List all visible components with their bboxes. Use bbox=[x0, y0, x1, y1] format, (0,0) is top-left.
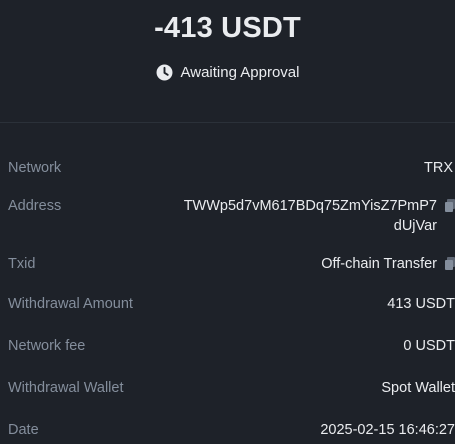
copy-icon[interactable] bbox=[445, 257, 455, 270]
detail-row-withdrawal-amount: Withdrawal Amount 413 USDT bbox=[0, 294, 455, 318]
network-fee-label: Network fee bbox=[8, 338, 86, 354]
detail-row-txid: Txid Off-chain Transfer bbox=[0, 254, 455, 278]
clock-icon bbox=[156, 64, 172, 81]
date-label: Date bbox=[8, 422, 39, 438]
address-label: Address bbox=[8, 198, 62, 214]
withdrawal-wallet-label: Withdrawal Wallet bbox=[8, 380, 124, 396]
detail-row-network-fee: Network fee 0 USDT bbox=[0, 336, 455, 360]
withdrawal-amount-value: 413 USDT bbox=[387, 296, 455, 312]
detail-row-address: Address TWWp5d7vM617BDq75ZmYisZ7PmP7 dUj… bbox=[0, 196, 455, 240]
detail-row-date: Date 2025-02-15 16:46:27 bbox=[0, 420, 455, 444]
txid-label: Txid bbox=[8, 256, 36, 272]
address-value-line1: TWWp5d7vM617BDq75ZmYisZ7PmP7 bbox=[183, 198, 437, 214]
section-divider bbox=[0, 122, 455, 123]
copy-icon[interactable] bbox=[445, 199, 455, 212]
date-value: 2025-02-15 16:46:27 bbox=[320, 422, 455, 438]
address-value: TWWp5d7vM617BDq75ZmYisZ7PmP7 dUjVar bbox=[184, 196, 437, 236]
detail-row-network: Network TRX bbox=[0, 158, 455, 182]
address-value-line2: dUjVar bbox=[393, 218, 437, 234]
withdrawal-header: -413 USDT Awaiting Approval bbox=[0, 0, 455, 122]
network-value: TRX bbox=[424, 160, 453, 176]
withdrawal-amount-label: Withdrawal Amount bbox=[8, 296, 133, 312]
status-text: Awaiting Approval bbox=[180, 64, 300, 81]
network-fee-value: 0 USDT bbox=[403, 338, 455, 354]
network-label: Network bbox=[8, 160, 62, 176]
detail-row-withdrawal-wallet: Withdrawal Wallet Spot Wallet bbox=[0, 378, 455, 402]
withdrawal-amount-title: -413 USDT bbox=[154, 12, 301, 44]
status-indicator: Awaiting Approval bbox=[0, 64, 455, 81]
withdrawal-wallet-value: Spot Wallet bbox=[381, 380, 455, 396]
txid-value: Off-chain Transfer bbox=[321, 256, 437, 272]
